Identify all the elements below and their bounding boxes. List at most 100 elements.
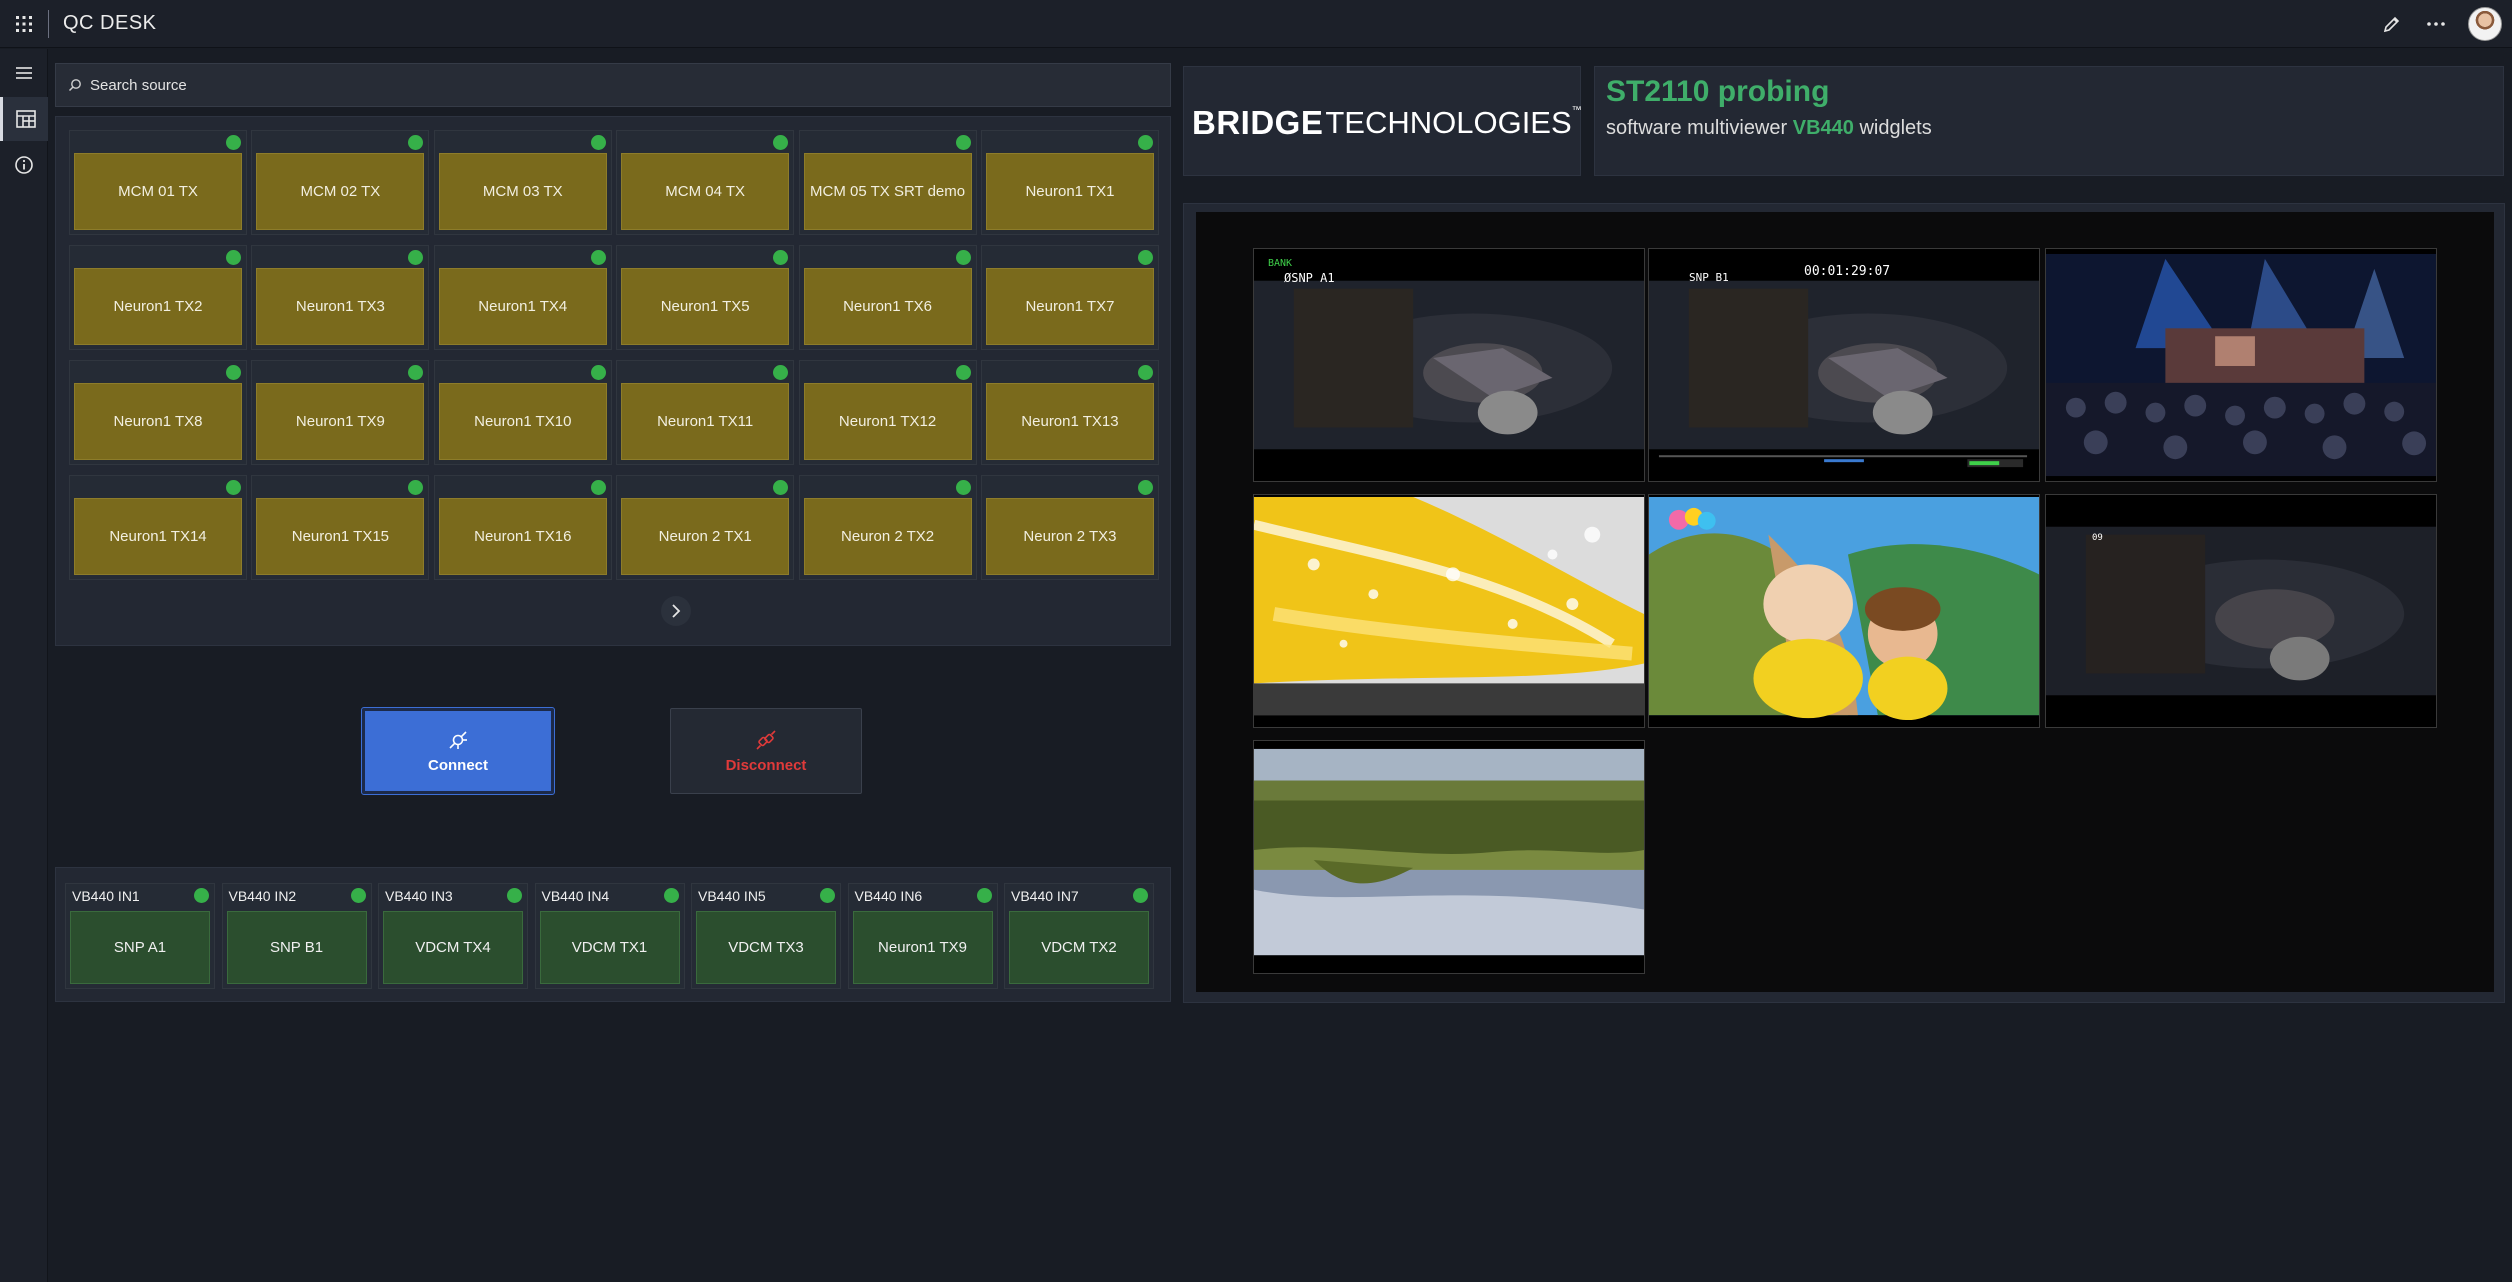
source-tile-label: Neuron1 TX2 (74, 268, 242, 345)
source-tile[interactable]: MCM 05 TX SRT demo (798, 130, 977, 235)
source-tile[interactable]: Neuron1 TX3 (251, 245, 430, 350)
mv-bank-label: BANK (1268, 258, 1293, 269)
app-grid-icon[interactable] (12, 12, 36, 36)
app-title: QC DESK (63, 12, 157, 34)
next-page-button[interactable] (661, 596, 691, 626)
source-tile[interactable]: Neuron1 TX10 (433, 360, 612, 465)
input-tile-label: VB440 IN6 (854, 888, 923, 904)
source-tile[interactable]: Neuron 2 TX3 (980, 475, 1159, 580)
input-tile-label: VB440 IN1 (72, 888, 140, 904)
input-tile-label: VB440 IN3 (385, 888, 453, 904)
status-dot (194, 888, 209, 903)
source-tile-label: MCM 02 TX (256, 153, 425, 230)
input-tile-source: VDCM TX2 (1009, 911, 1149, 984)
plug-connect-icon (449, 730, 467, 749)
logo-trademark: ™ (1571, 105, 1582, 116)
avatar[interactable] (2468, 7, 2502, 41)
logo-technologies-text: TECHNOLOGIES (1325, 105, 1572, 140)
source-tile[interactable]: Neuron1 TX5 (616, 245, 795, 350)
source-tile[interactable]: Neuron1 TX15 (251, 475, 430, 580)
search-icon (68, 79, 81, 92)
mv-window-concert[interactable] (2045, 248, 2437, 482)
source-tile[interactable]: MCM 02 TX (251, 130, 430, 235)
source-tile[interactable]: MCM 01 TX (69, 130, 247, 235)
search-bar (55, 63, 1171, 107)
source-tile[interactable]: Neuron1 TX9 (251, 360, 430, 465)
mv-window-snp-a1[interactable]: BANK ØSNP A1 (1253, 248, 1645, 482)
status-dot (773, 365, 789, 380)
source-tile[interactable]: Neuron1 TX4 (433, 245, 612, 350)
mv-window-dark-scene[interactable]: 09 (2045, 494, 2437, 728)
status-dot (590, 250, 606, 265)
source-tile-label: Neuron 2 TX2 (803, 498, 972, 575)
mv-window-lemon[interactable] (1253, 494, 1645, 728)
input-tile[interactable]: VB440 IN1 SNP A1 (65, 883, 215, 989)
input-tile-source: SNP B1 (226, 911, 367, 984)
source-tile[interactable]: Neuron1 TX12 (798, 360, 977, 465)
input-tile[interactable]: VB440 IN4 VDCM TX1 (534, 883, 685, 989)
disconnect-label: Disconnect (725, 756, 807, 774)
source-tile[interactable]: Neuron1 TX14 (69, 475, 247, 580)
source-tile[interactable]: Neuron1 TX1 (980, 130, 1159, 235)
source-tile[interactable]: Neuron1 TX2 (69, 245, 247, 350)
input-tile-label: VB440 IN5 (698, 888, 766, 904)
connect-label: Connect (428, 756, 488, 774)
pencil-icon[interactable] (2380, 12, 2404, 36)
subtitle-highlight: VB440 (1792, 117, 1854, 139)
search-input[interactable] (90, 76, 1090, 94)
source-tile[interactable]: Neuron1 TX16 (433, 475, 612, 580)
status-dot (590, 365, 606, 380)
connect-button[interactable]: Connect (361, 707, 555, 795)
source-tile[interactable]: Neuron1 TX6 (798, 245, 977, 350)
logo-panel: BRIDGE TECHNOLOGIES ™ (1183, 66, 1582, 176)
input-tile[interactable]: VB440 IN5 VDCM TX3 (691, 883, 841, 989)
mv-source-label-b1: SNP B1 (1689, 271, 1729, 284)
source-tile[interactable]: Neuron 2 TX2 (798, 475, 977, 580)
status-dot (955, 480, 971, 495)
status-dot (773, 135, 789, 150)
left-nav-rail (0, 49, 48, 1282)
input-tile[interactable]: VB440 IN6 Neuron1 TX9 (847, 883, 998, 989)
status-dot (350, 888, 366, 903)
page-title: ST2110 probing (1606, 75, 1830, 108)
mv-source-label-f: 09 (2092, 533, 2103, 543)
status-dot (1137, 250, 1153, 265)
page-subtitle: software multiviewer VB440 widglets (1606, 117, 1932, 140)
more-icon[interactable] (2424, 12, 2448, 36)
status-dot (507, 888, 522, 903)
mv-window-cartoon[interactable] (1648, 494, 2040, 728)
source-tile[interactable]: Neuron1 TX11 (616, 360, 795, 465)
multiviewer-panel: BANK ØSNP A1 SNP B1 00:01:29:07 09 (1183, 203, 2505, 1003)
top-right-toolbar (2380, 6, 2502, 42)
source-tile[interactable]: Neuron1 TX13 (980, 360, 1159, 465)
source-tile-label: Neuron1 TX5 (621, 268, 790, 345)
title-panel: ST2110 probing software multiviewer VB44… (1594, 66, 2504, 176)
input-tile[interactable]: VB440 IN2 SNP B1 (221, 883, 372, 989)
source-tile-grid: MCM 01 TX MCM 02 TX MCM 03 TX MCM 04 TX MCM … (69, 130, 1159, 580)
input-tile-source: VDCM TX1 (539, 911, 680, 984)
status-dot (773, 480, 789, 495)
source-tile[interactable]: MCM 03 TX (433, 130, 612, 235)
input-tile-source: Neuron1 TX9 (852, 911, 993, 984)
source-tile-label: Neuron1 TX11 (621, 383, 790, 460)
mv-window-landscape[interactable] (1253, 740, 1645, 974)
source-tile-label: Neuron 2 TX1 (621, 498, 790, 575)
disconnect-button[interactable]: Disconnect (670, 708, 862, 794)
info-icon[interactable] (0, 143, 48, 187)
mv-window-snp-b1[interactable]: SNP B1 00:01:29:07 (1648, 248, 2040, 482)
status-dot (955, 365, 971, 380)
hamburger-icon[interactable] (0, 51, 48, 95)
status-dot (1133, 888, 1148, 903)
dashboard-icon[interactable] (0, 97, 48, 141)
subtitle-suffix: widglets (1859, 117, 1932, 139)
status-dot (226, 480, 241, 495)
input-tile[interactable]: VB440 IN3 VDCM TX4 (378, 883, 528, 989)
source-tile[interactable]: Neuron1 TX7 (980, 245, 1159, 350)
status-dot (226, 365, 241, 380)
source-tile[interactable]: Neuron1 TX8 (69, 360, 247, 465)
source-tile[interactable]: Neuron 2 TX1 (616, 475, 795, 580)
input-tile[interactable]: VB440 IN7 VDCM TX2 (1004, 883, 1154, 989)
source-tile-label: MCM 03 TX (438, 153, 607, 230)
source-tile[interactable]: MCM 04 TX (616, 130, 795, 235)
chevron-right-icon (672, 604, 681, 618)
